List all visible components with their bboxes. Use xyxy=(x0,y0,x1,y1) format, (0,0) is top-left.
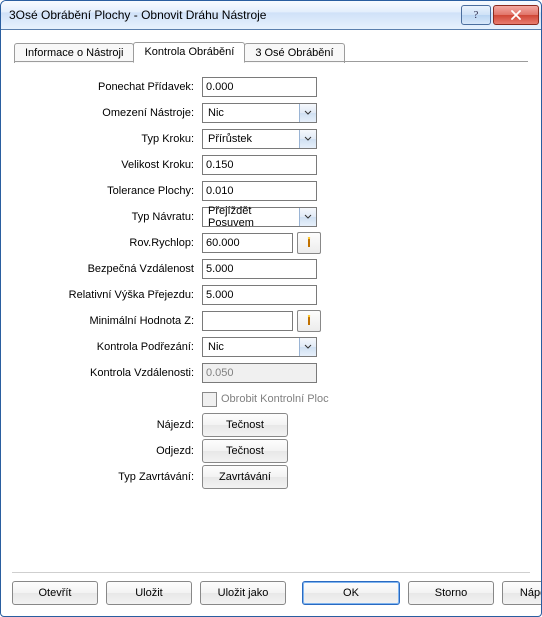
cancel-button[interactable]: Storno xyxy=(408,581,494,605)
label-kontrola-vzdalenosti: Kontrola Vzdálenosti: xyxy=(32,367,202,379)
label-typ-zavrtavani: Typ Zavrtávání: xyxy=(32,471,202,483)
save-button[interactable]: Uložit xyxy=(106,581,192,605)
titlebar: 3Osé Obrábění Plochy - Obnovit Dráhu Nás… xyxy=(1,1,541,30)
label-bezpecna-vzdalenost: Bezpečná Vzdálenost xyxy=(32,263,202,275)
select-kontrola-podrezani[interactable]: Nic xyxy=(202,337,317,357)
label-omezeni-nastroje: Omezení Nástroje: xyxy=(32,107,202,119)
input-ponechat-pridavek[interactable] xyxy=(202,77,317,97)
close-button[interactable] xyxy=(493,5,539,25)
button-najezd[interactable]: Tečnost xyxy=(202,413,288,437)
label-tolerance-plochy: Tolerance Plochy: xyxy=(32,185,202,197)
tab-kontrola[interactable]: Kontrola Obrábění xyxy=(133,42,245,63)
label-typ-kroku: Typ Kroku: xyxy=(32,133,202,145)
input-tolerance-plochy[interactable] xyxy=(202,181,317,201)
input-kontrola-vzdalenosti xyxy=(202,363,317,383)
select-typ-kroku[interactable]: Přírůstek xyxy=(202,129,317,149)
help-button[interactable]: ? xyxy=(461,5,491,25)
bottom-button-bar: Otevřít Uložit Uložit jako OK Storno Náp… xyxy=(12,572,530,605)
window-title: 3Osé Obrábění Plochy - Obnovit Dráhu Nás… xyxy=(9,8,461,22)
window-buttons: ? xyxy=(461,5,539,25)
tabstrip: Informace o Nástroji Kontrola Obrábění 3… xyxy=(14,40,528,62)
input-bezpecna-vzdalenost[interactable] xyxy=(202,259,317,279)
chevron-down-icon xyxy=(299,130,316,148)
chevron-down-icon xyxy=(299,208,316,226)
chevron-down-icon xyxy=(299,338,316,356)
close-icon xyxy=(510,10,522,20)
wand-icon xyxy=(304,237,314,249)
dialog-window: 3Osé Obrábění Plochy - Obnovit Dráhu Nás… xyxy=(0,0,542,617)
label-rov-rychlop: Rov.Rychlop: xyxy=(32,237,202,249)
select-omezeni-nastroje[interactable]: Nic xyxy=(202,103,317,123)
button-zavrtavani[interactable]: Zavrtávání xyxy=(202,465,288,489)
label-obrobit-kontrolni: Obrobit Kontrolní Ploc xyxy=(221,393,329,405)
input-relativni-vyska[interactable] xyxy=(202,285,317,305)
form-area: Ponechat Přídavek: Omezení Nástroje: Nic… xyxy=(32,76,510,492)
client-area: Informace o Nástroji Kontrola Obrábění 3… xyxy=(2,30,540,615)
chevron-down-icon xyxy=(299,104,316,122)
select-typ-navratu-value: Přejíždět Posuvem xyxy=(206,205,299,229)
button-odjezd[interactable]: Tečnost xyxy=(202,439,288,463)
tab-info[interactable]: Informace o Nástroji xyxy=(14,43,134,63)
select-typ-kroku-value: Přírůstek xyxy=(206,133,252,145)
tabstrip-border xyxy=(14,61,528,62)
pick-button-rychlop[interactable] xyxy=(297,232,321,254)
label-typ-navratu: Typ Návratu: xyxy=(32,211,202,223)
wand-icon xyxy=(304,315,314,327)
label-relativni-vyska: Relativní Výška Přejezdu: xyxy=(32,289,202,301)
label-kontrola-podrezani: Kontrola Podřezání: xyxy=(32,341,202,353)
checkbox-obrobit-kontrolni xyxy=(202,392,217,407)
saveas-button[interactable]: Uložit jako xyxy=(200,581,286,605)
label-najezd: Nájezd: xyxy=(32,419,202,431)
label-ponechat-pridavek: Ponechat Přídavek: xyxy=(32,81,202,93)
label-min-hodnota-z: Minimální Hodnota Z: xyxy=(32,315,202,327)
label-velikost-kroku: Velikost Kroku: xyxy=(32,159,202,171)
pick-button-minz[interactable] xyxy=(297,310,321,332)
input-min-hodnota-z[interactable] xyxy=(202,311,293,331)
select-podrezani-value: Nic xyxy=(206,341,224,353)
open-button[interactable]: Otevřít xyxy=(12,581,98,605)
help-button-bottom[interactable]: Nápověda xyxy=(502,581,542,605)
tab-3ose[interactable]: 3 Osé Obrábění xyxy=(244,43,344,63)
label-odjezd: Odjezd: xyxy=(32,445,202,457)
select-typ-navratu[interactable]: Přejíždět Posuvem xyxy=(202,207,317,227)
select-omezeni-value: Nic xyxy=(206,107,224,119)
ok-button[interactable]: OK xyxy=(302,581,400,605)
input-rov-rychlop[interactable] xyxy=(202,233,293,253)
input-velikost-kroku[interactable] xyxy=(202,155,317,175)
